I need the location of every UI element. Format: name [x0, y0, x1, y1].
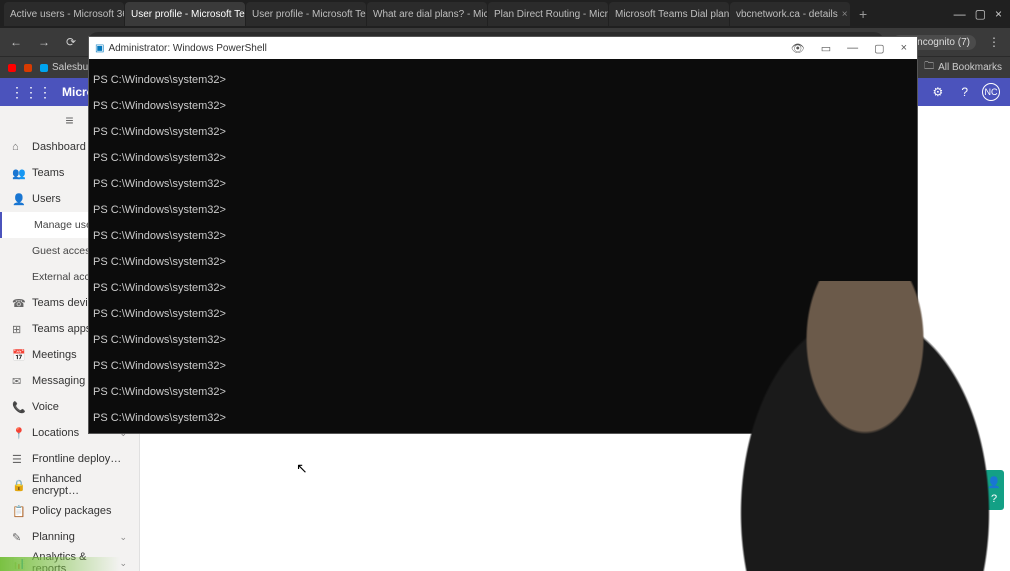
ps-prompt: PS C:\Windows\system32>	[93, 308, 226, 320]
readonly-icon[interactable]: 👁	[787, 42, 809, 55]
ps-icon: ▣	[95, 43, 104, 54]
powershell-window: ▣ Administrator: Windows PowerShell 👁 ▭ …	[88, 36, 918, 434]
chevron-down-icon: ⌄	[119, 532, 127, 543]
back-button[interactable]: ←	[6, 35, 26, 49]
help-icon: ?	[991, 493, 997, 505]
sidebar-label: Guest access	[32, 245, 96, 257]
planning-icon: ✎	[12, 531, 24, 544]
people-icon: 👤	[987, 476, 1001, 489]
sidebar-label: Meetings	[32, 349, 77, 361]
chevron-down-icon: ⌄	[119, 558, 127, 569]
teams-icon: 👥	[12, 167, 24, 180]
browser-tab-strip: Active users - Microsoft 365 ad× User pr…	[0, 0, 1010, 28]
calendar-icon: 📅	[12, 349, 24, 362]
close-icon[interactable]: ×	[842, 9, 848, 20]
lock-icon: 🔒	[12, 479, 24, 492]
app-icon	[40, 64, 48, 72]
browser-tab[interactable]: What are dial plans? - Microso×	[367, 2, 487, 26]
minimize-button[interactable]: —	[950, 7, 970, 21]
reload-button[interactable]: ⟳	[62, 35, 80, 49]
frontline-icon: ☰	[12, 453, 24, 466]
ps-prompt: PS C:\Windows\system32>	[93, 386, 226, 398]
device-icon: ☎	[12, 297, 24, 310]
maximize-button[interactable]: ▢	[870, 42, 888, 55]
ps-prompt: PS C:\Windows\system32>	[93, 282, 226, 294]
all-bookmarks-button[interactable]: 🗀 All Bookmarks	[924, 59, 1002, 76]
help-float-button[interactable]: 👤 ?	[984, 470, 1004, 510]
menu-button[interactable]: ⋮	[984, 35, 1004, 49]
tab-label: Microsoft Teams Dial plans and	[615, 9, 729, 20]
powershell-output[interactable]: PS C:\Windows\system32> PS C:\Windows\sy…	[89, 59, 917, 433]
bookmark-label: All Bookmarks	[938, 62, 1002, 73]
ps-prompt: PS C:\Windows\system32>	[93, 230, 226, 242]
sidebar-label: Teams	[32, 167, 64, 179]
sidebar-label: Planning	[32, 531, 75, 543]
tab-label: vbcnetwork.ca - details	[736, 9, 838, 20]
browser-tab[interactable]: User profile - Microsoft Teams×	[246, 2, 366, 26]
sidebar-item-frontline[interactable]: ☰ Frontline deploy…	[0, 446, 139, 472]
bookmark-youtube[interactable]	[8, 64, 16, 72]
tab-label: Plan Direct Routing - Microsof	[494, 9, 608, 20]
sidebar-label: Users	[32, 193, 61, 205]
browser-tab[interactable]: Active users - Microsoft 365 ad×	[4, 2, 124, 26]
forward-button[interactable]: →	[34, 35, 54, 49]
ps-prompt: PS C:\Windows\system32>	[93, 178, 226, 190]
sidebar-label: Enhanced encrypt…	[32, 473, 127, 497]
phone-icon: 📞	[12, 401, 24, 414]
minimize-button[interactable]: —	[843, 42, 862, 55]
pin-icon: 📍	[12, 427, 24, 440]
ps-prompt: PS C:\Windows\system32>	[93, 74, 226, 86]
sidebar-label: Dashboard	[32, 141, 86, 153]
sidebar-label: Frontline deploy…	[32, 453, 121, 465]
home-icon: ⌂	[12, 141, 24, 153]
browser-tab[interactable]: User profile - Microsoft Teams×	[125, 2, 245, 26]
browser-tab[interactable]: Plan Direct Routing - Microsof×	[488, 2, 608, 26]
apps-icon: ⊞	[12, 323, 24, 336]
tab-label: User profile - Microsoft Teams	[131, 9, 245, 20]
ps-prompt: PS C:\Windows\system32>	[93, 334, 226, 346]
avatar[interactable]: NC	[982, 83, 1000, 101]
ps-prompt: PS C:\Windows\system32>	[93, 204, 226, 216]
tab-label: Active users - Microsoft 365 ad	[10, 9, 124, 20]
ps-prompt: PS C:\Windows\system32>	[93, 126, 226, 138]
sidebar-label: Teams apps	[32, 323, 91, 335]
browser-tab[interactable]: Microsoft Teams Dial plans and×	[609, 2, 729, 26]
settings-icon[interactable]: ▭	[817, 42, 835, 55]
incognito-text: Incognito (7)	[914, 37, 970, 48]
maximize-button[interactable]: ▢	[971, 7, 990, 21]
sidebar-label: Messaging	[32, 375, 85, 387]
close-button[interactable]: ×	[897, 42, 911, 55]
sidebar-item-policy[interactable]: 📋 Policy packages	[0, 498, 139, 524]
tab-label: User profile - Microsoft Teams	[252, 9, 366, 20]
powershell-titlebar[interactable]: ▣ Administrator: Windows PowerShell 👁 ▭ …	[89, 37, 917, 59]
settings-icon[interactable]: ⚙	[929, 85, 948, 99]
ps-prompt: PS C:\Windows\system32>	[93, 256, 226, 268]
bookmark-365[interactable]	[24, 64, 32, 72]
policy-icon: 📋	[12, 505, 24, 518]
window-title: Administrator: Windows PowerShell	[108, 43, 266, 54]
close-button[interactable]: ×	[991, 7, 1006, 21]
sidebar-item-encryption[interactable]: 🔒 Enhanced encrypt…	[0, 472, 139, 498]
tab-label: What are dial plans? - Microso	[373, 9, 487, 20]
sidebar-label: Policy packages	[32, 505, 112, 517]
sidebar-item-planning[interactable]: ✎ Planning ⌄	[0, 524, 139, 550]
ps-prompt: PS C:\Windows\system32>	[93, 412, 226, 424]
ps-prompt: PS C:\Windows\system32>	[93, 152, 226, 164]
waffle-icon[interactable]: ⋮⋮⋮	[10, 84, 52, 101]
chat-icon: ✉	[12, 375, 24, 388]
help-icon[interactable]: ?	[957, 85, 972, 99]
office-icon	[24, 64, 32, 72]
sidebar-label: Locations	[32, 427, 79, 439]
ps-prompt: PS C:\Windows\system32>	[93, 360, 226, 372]
sidebar-label: Voice	[32, 401, 59, 413]
decor-corner	[0, 557, 120, 571]
new-tab-button[interactable]: +	[851, 6, 875, 22]
user-icon: 👤	[12, 193, 24, 206]
browser-tab[interactable]: vbcnetwork.ca - details ×	[730, 2, 850, 26]
ps-prompt: PS C:\Windows\system32>	[93, 100, 226, 112]
folder-icon: 🗀	[924, 59, 934, 76]
youtube-icon	[8, 64, 16, 72]
